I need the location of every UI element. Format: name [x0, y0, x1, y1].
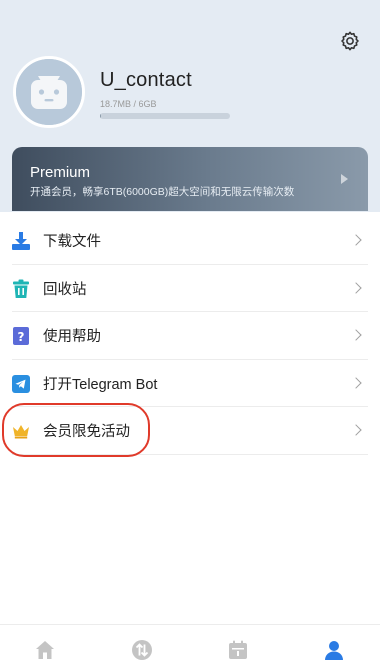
menu-list: 下载文件 回收站 ? 使用帮助 打开Telegram Bot 会员限免活动 — [0, 217, 380, 455]
menu-item-label: 会员限免活动 — [43, 424, 130, 441]
play-arrow-icon — [341, 174, 348, 184]
download-icon — [11, 231, 31, 251]
chevron-right-icon — [350, 281, 362, 294]
tab-calendar[interactable] — [226, 638, 250, 662]
chevron-right-icon — [350, 376, 362, 389]
telegram-icon — [11, 374, 31, 394]
chevron-right-icon — [350, 424, 362, 436]
crown-icon — [11, 421, 31, 441]
chevron-right-icon — [350, 234, 362, 246]
premium-title: Premium — [30, 164, 91, 181]
avatar[interactable] — [13, 56, 85, 128]
menu-item-help[interactable]: ? 使用帮助 — [0, 312, 380, 360]
username: U_contact — [100, 69, 192, 91]
transfer-icon — [132, 640, 152, 660]
storage-progress-bar — [100, 113, 230, 119]
storage-usage-text: 18.7MB / 6GB — [100, 99, 157, 109]
menu-item-label: 使用帮助 — [43, 329, 101, 346]
premium-subtitle: 开通会员，畅享6TB(6000GB)超大空间和无限云传输次数 — [30, 186, 295, 198]
menu-item-label: 下载文件 — [43, 234, 101, 251]
menu-item-telegram[interactable]: 打开Telegram Bot — [0, 360, 380, 408]
settings-button[interactable] — [336, 27, 364, 55]
tab-transfer[interactable] — [130, 638, 154, 662]
menu-item-download[interactable]: 下载文件 — [0, 217, 380, 265]
menu-item-member-promo[interactable]: 会员限免活动 — [0, 407, 380, 455]
svg-text:?: ? — [18, 330, 25, 344]
calendar-icon — [229, 640, 247, 659]
tab-profile[interactable] — [322, 638, 346, 662]
menu-item-label: 回收站 — [43, 281, 87, 298]
trash-icon — [11, 279, 31, 299]
tab-home[interactable] — [33, 638, 57, 662]
avatar-robot-icon — [16, 59, 82, 125]
menu-item-trash[interactable]: 回收站 — [0, 265, 380, 313]
menu-item-label: 打开Telegram Bot — [43, 376, 158, 393]
home-icon — [36, 641, 54, 659]
gear-icon — [341, 31, 359, 51]
premium-banner[interactable]: Premium 开通会员，畅享6TB(6000GB)超大空间和无限云传输次数 — [12, 147, 368, 211]
help-icon: ? — [11, 326, 31, 346]
profile-icon — [325, 641, 343, 660]
bottom-tab-bar — [0, 624, 380, 666]
chevron-right-icon — [350, 329, 362, 341]
